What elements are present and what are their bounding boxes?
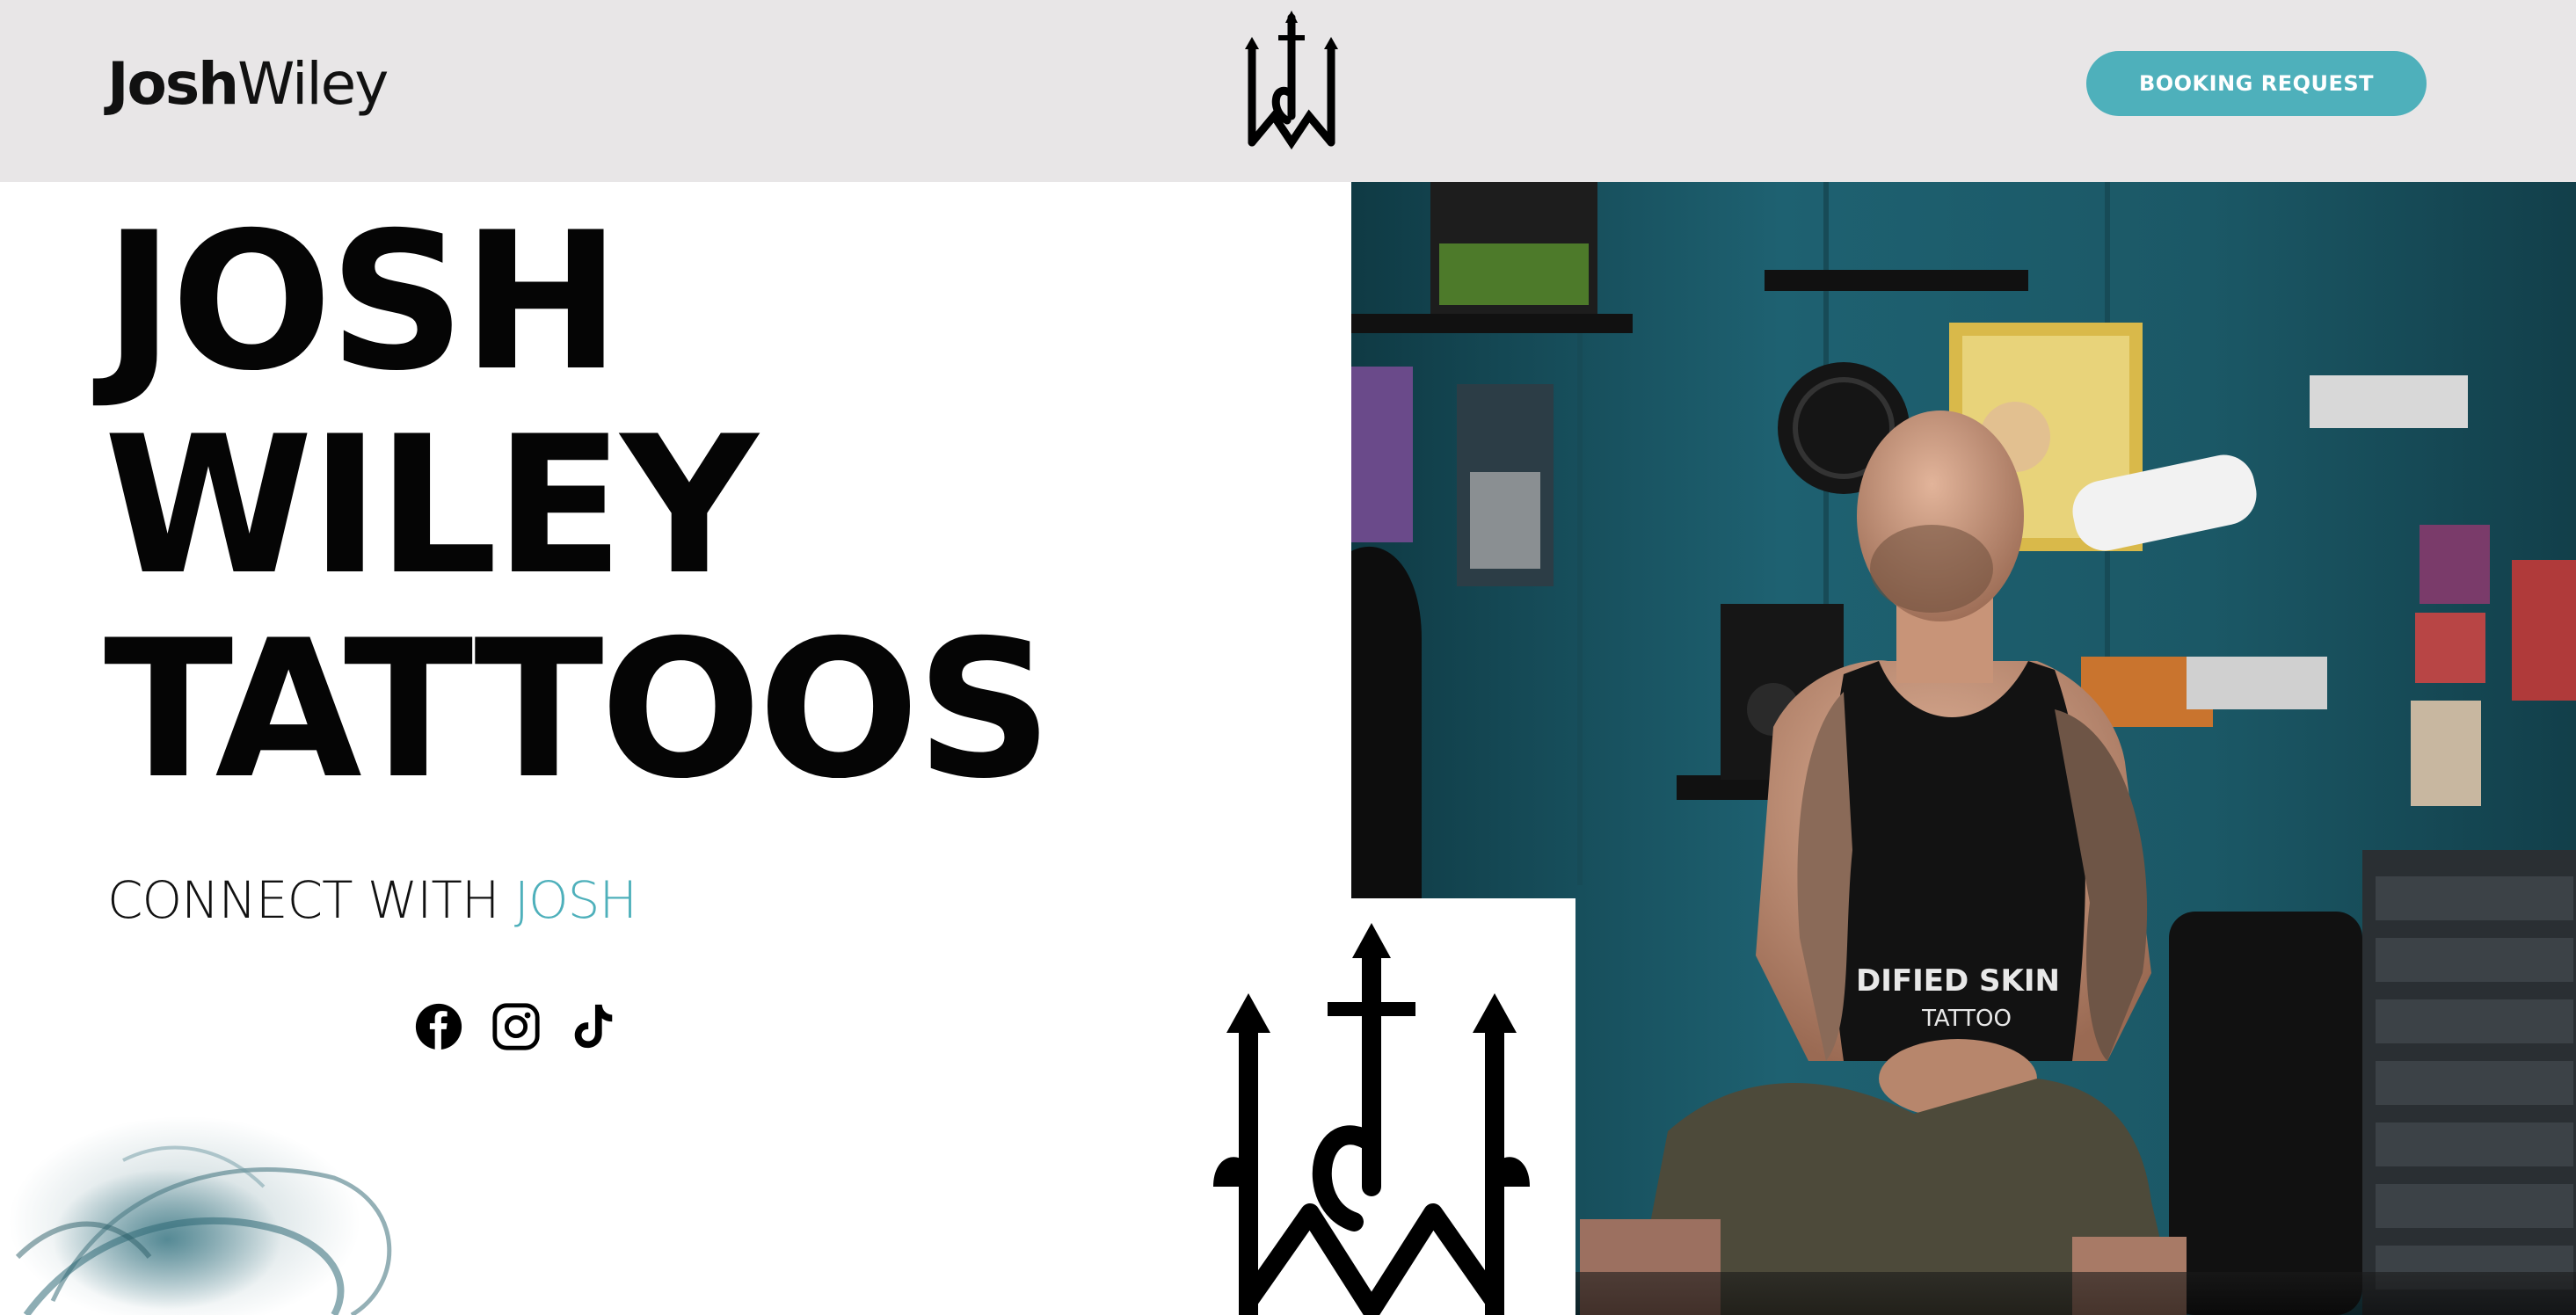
brand-last-name: Wiley [237, 50, 389, 118]
jw-monogram-large [1213, 923, 1530, 1315]
svg-text:TATTOO: TATTOO [1921, 1006, 2012, 1032]
hero-title: JOSH WILEY TATTOOS [104, 200, 1335, 812]
connect-accent: JOSH [513, 870, 637, 930]
tiktok-icon[interactable] [568, 1000, 619, 1053]
hero-title-line-2: WILEY [104, 396, 758, 616]
social-links [413, 1000, 619, 1053]
facebook-icon[interactable] [413, 1000, 464, 1053]
jw-monogram-logo[interactable] [1234, 11, 1349, 158]
hero-title-line-3: TATTOOS [104, 599, 1052, 820]
instagram-icon[interactable] [491, 1000, 542, 1053]
connect-prefix: CONNECT WITH [107, 870, 514, 930]
brand-wordmark[interactable]: JoshWiley [107, 49, 389, 120]
booking-request-button[interactable]: BOOKING REQUEST [2086, 51, 2427, 116]
site-header: JoshWiley BOOKING REQUEST [0, 0, 2576, 182]
connect-heading: CONNECT WITH JOSH [107, 870, 637, 930]
smoke-decoration [9, 1116, 392, 1315]
brand-first-name: Josh [107, 50, 239, 118]
hero-title-line-1: JOSH [104, 192, 621, 412]
svg-text:DIFIED SKIN: DIFIED SKIN [1856, 963, 2060, 999]
